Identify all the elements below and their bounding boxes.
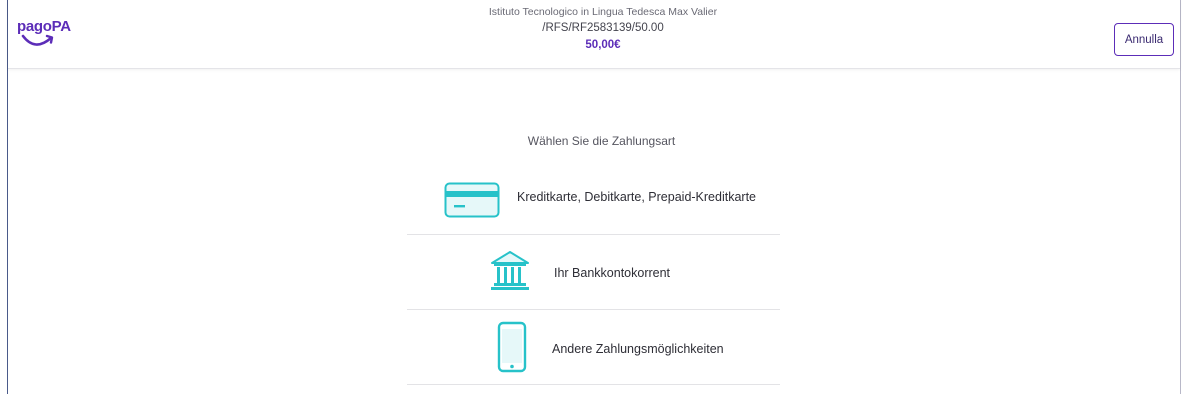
payment-summary: Istituto Tecnologico in Lingua Tedesca M… bbox=[408, 5, 798, 54]
credit-card-icon bbox=[444, 182, 500, 223]
payment-method-label: Kreditkarte, Debitkarte, Prepaid-Kreditk… bbox=[517, 190, 756, 204]
bank-icon bbox=[488, 249, 532, 298]
pagopa-logo: pagoPA bbox=[17, 18, 71, 52]
payment-amount: 50,00€ bbox=[585, 39, 621, 51]
smartphone-icon bbox=[497, 321, 527, 378]
logo-swoosh-icon bbox=[21, 34, 54, 46]
payment-method-other[interactable]: Andere Zahlungsmöglichkeiten bbox=[407, 310, 780, 385]
notice-code: /RFS/RF2583139/50.00 bbox=[542, 22, 664, 34]
payment-method-label: Andere Zahlungsmöglichkeiten bbox=[552, 342, 724, 356]
cancel-button[interactable]: Annulla bbox=[1114, 23, 1174, 56]
payee-name: Istituto Tecnologico in Lingua Tedesca M… bbox=[488, 6, 718, 18]
payment-method-list: Kreditkarte, Debitkarte, Prepaid-Kreditk… bbox=[407, 160, 780, 385]
payment-method-card[interactable]: Kreditkarte, Debitkarte, Prepaid-Kreditk… bbox=[407, 160, 780, 235]
page-frame: pagoPA Istituto Tecnologico in Lingua Te… bbox=[7, 0, 1181, 394]
header-bar: pagoPA Istituto Tecnologico in Lingua Te… bbox=[8, 0, 1180, 69]
payment-method-title: Wählen Sie die Zahlungsart bbox=[527, 134, 676, 148]
payment-method-label: Ihr Bankkontokorrent bbox=[554, 266, 671, 280]
payment-method-bank[interactable]: Ihr Bankkontokorrent bbox=[407, 235, 780, 310]
